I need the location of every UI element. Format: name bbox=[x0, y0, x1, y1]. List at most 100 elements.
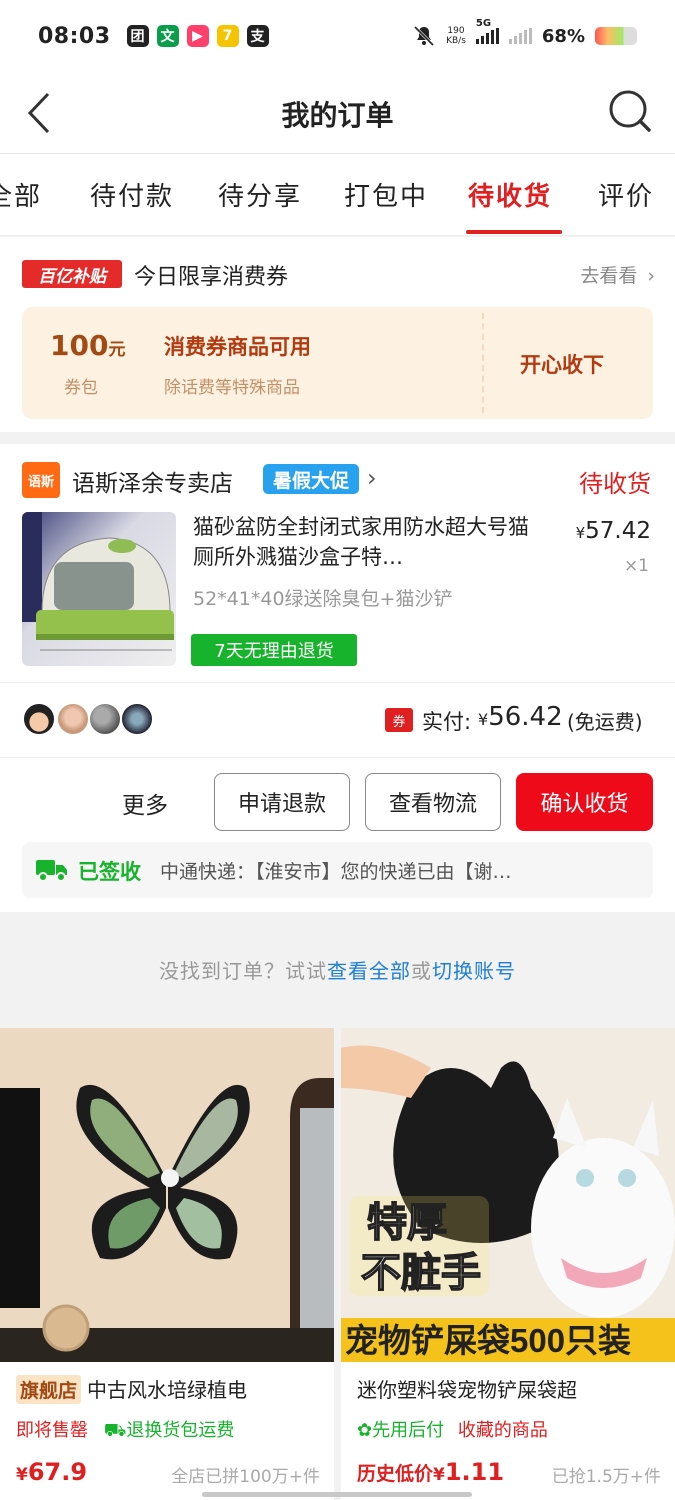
recommend-card[interactable]: 旗舰店 中古风水培绿植电 即将售罄 ⛟退换货包运费 ¥67.9 全店已拼100万+… bbox=[0, 1028, 334, 1500]
logistics-bar[interactable]: 已签收 中通快递：【淮安市】您的快递已由【谢… bbox=[22, 842, 653, 898]
price-value: 67.9 bbox=[27, 1458, 88, 1486]
recommend-price: 历史低价¥1.11 bbox=[357, 1458, 504, 1486]
tab-pending-receipt[interactable]: 待收货 bbox=[468, 176, 552, 213]
signal-5g: 5G bbox=[475, 18, 499, 44]
go-see-link[interactable]: 去看看 › bbox=[580, 261, 655, 288]
store-logo[interactable]: 语斯 bbox=[22, 462, 60, 498]
video-app-icon: ▶ bbox=[186, 25, 209, 47]
home-indicator[interactable] bbox=[202, 1492, 472, 1497]
status-right: 190 KB/s 5G 68% bbox=[412, 18, 637, 48]
tab-all[interactable]: 全部 bbox=[0, 176, 42, 213]
product-quantity: ×1 bbox=[623, 556, 649, 576]
truck-check-icon: ⛟ bbox=[103, 1420, 127, 1441]
go-see-label: 去看看 bbox=[580, 265, 638, 287]
tab-pending-share[interactable]: 待分享 bbox=[218, 176, 302, 213]
tab-active-indicator bbox=[466, 230, 562, 234]
recommend-tags: 即将售罄 ⛟退换货包运费 bbox=[16, 1416, 234, 1444]
img-banner: 宠物铲屎袋500只装 bbox=[345, 1322, 631, 1359]
more-button[interactable]: 更多 bbox=[122, 786, 168, 820]
pet-bag-illustration: 特厚 不脏手 宠物铲屎袋500只装 bbox=[341, 1028, 675, 1362]
tab-review[interactable]: 评价 bbox=[598, 176, 654, 213]
status-bar: 08:03 团文 ▶ 7 支 190 KB/s 5G 68% bbox=[0, 0, 675, 72]
network-type: 5G bbox=[475, 18, 492, 29]
confirm-receipt-button[interactable]: 确认收货 bbox=[516, 773, 653, 831]
chevron-right-icon[interactable]: › bbox=[367, 464, 377, 492]
product-image[interactable] bbox=[0, 1028, 334, 1362]
net-speed-unit: KB/s bbox=[446, 36, 466, 46]
pay-later-icon: ✿ bbox=[357, 1420, 373, 1441]
coupon-icon: 券 bbox=[385, 708, 413, 732]
coupon-divider bbox=[482, 313, 484, 413]
sold-count: 已抢1.5万+件 bbox=[551, 1467, 661, 1487]
recommend-tags: ✿先用后付 收藏的商品 bbox=[357, 1416, 548, 1442]
coupon-amount-value: 100 bbox=[50, 329, 109, 362]
status-time: 08:03 bbox=[38, 23, 111, 49]
coupon-amount: 100元 bbox=[50, 329, 125, 362]
logistics-text: 中通快递：【淮安市】您的快递已由【谢… bbox=[160, 861, 512, 883]
product-spec: 52*41*40绿送除臭包+猫沙铲 bbox=[193, 588, 453, 610]
product-price: ¥57.42 bbox=[576, 518, 651, 544]
paid-amount: ¥56.42 bbox=[478, 702, 563, 732]
view-logistics-button[interactable]: 查看物流 bbox=[365, 773, 501, 831]
switch-account-link[interactable]: 切换账号 bbox=[432, 959, 516, 983]
header: 我的订单 bbox=[0, 72, 675, 154]
coupon-amount-unit: 元 bbox=[108, 340, 126, 360]
product-image[interactable] bbox=[22, 512, 176, 666]
hint-mid: 或 bbox=[411, 959, 432, 983]
coupon-pack-label: 券包 bbox=[64, 378, 98, 398]
tab-pending-payment[interactable]: 待付款 bbox=[90, 176, 174, 213]
recommend-title: 迷你塑料袋宠物铲屎袋超 bbox=[357, 1378, 577, 1402]
litter-box-illustration bbox=[22, 512, 176, 666]
shipping-note: (免运费) bbox=[567, 710, 643, 734]
sellout-tag: 即将售罄 bbox=[16, 1420, 88, 1441]
text-app-icon: 文 bbox=[156, 25, 179, 47]
divider bbox=[0, 682, 675, 683]
alipay-app-icon: 支 bbox=[246, 25, 269, 47]
coupon-title: 今日限享消费券 bbox=[134, 265, 289, 290]
chevron-right-icon: › bbox=[647, 265, 655, 287]
recommend-title: 旗舰店 中古风水培绿植电 bbox=[16, 1374, 320, 1404]
store-name[interactable]: 语斯泽余专卖店 bbox=[72, 464, 233, 498]
favorited-tag: 收藏的商品 bbox=[457, 1420, 548, 1441]
product-title[interactable]: 猫砂盆防全封闭式家用防水超大号猫厕所外溅猫沙盒子特… bbox=[193, 512, 538, 572]
price-value: 1.11 bbox=[444, 1458, 505, 1486]
price-value: 57.42 bbox=[585, 518, 651, 544]
paid-value: 56.42 bbox=[488, 702, 563, 732]
sold-count: 全店已拼100万+件 bbox=[171, 1467, 320, 1487]
shipping-return-tag: ⛟退换货包运费 bbox=[104, 1420, 235, 1441]
return-policy-tag: 7天无理由退货 bbox=[191, 634, 357, 666]
avatar bbox=[120, 702, 154, 736]
flagship-badge: 旗舰店 bbox=[16, 1375, 82, 1404]
promo-badge: 暑假大促 bbox=[263, 464, 359, 494]
status-app-icons: 团文 ▶ 7 支 bbox=[126, 25, 269, 47]
logistics-status: 已签收 bbox=[78, 860, 141, 884]
request-refund-button[interactable]: 申请退款 bbox=[214, 773, 350, 831]
butterfly-planter-illustration bbox=[0, 1028, 334, 1362]
signal-icon bbox=[475, 28, 499, 44]
recommend-title-text: 中古风水培绿植电 bbox=[87, 1378, 248, 1402]
recommend-card[interactable]: 特厚 不脏手 宠物铲屎袋500只装 迷你塑料袋宠物铲屎袋超 ✿先用后付 收藏的商… bbox=[341, 1028, 675, 1500]
coupon-section: 百亿补贴 今日限享消费券 去看看 › 100元 券包 消费券商品可用 除话费等特… bbox=[0, 237, 675, 432]
coupon-card: 100元 券包 消费券商品可用 除话费等特殊商品 开心收下 bbox=[22, 307, 653, 419]
price-symbol: ¥ bbox=[16, 1465, 28, 1485]
paid-symbol: ¥ bbox=[478, 710, 489, 729]
order-card: 语斯 语斯泽余专卖店 暑假大促 › 待收货 猫砂盆防全封闭式家用防水超大号猫厕所… bbox=[0, 444, 675, 912]
price-symbol: ¥ bbox=[575, 524, 586, 542]
avatar bbox=[22, 702, 56, 736]
product-image[interactable]: 特厚 不脏手 宠物铲屎袋500只装 bbox=[341, 1028, 675, 1362]
accept-coupon-button[interactable]: 开心收下 bbox=[520, 349, 604, 379]
img-text-thick: 特厚 bbox=[367, 1201, 447, 1245]
coupon-subtext: 除话费等特殊商品 bbox=[164, 378, 300, 398]
tab-packing[interactable]: 打包中 bbox=[344, 176, 428, 213]
net-speed-value: 190 bbox=[447, 26, 465, 36]
img-text-clean: 不脏手 bbox=[361, 1251, 481, 1295]
subsidy-badge: 百亿补贴 bbox=[22, 260, 122, 288]
signal-2-icon bbox=[508, 28, 532, 44]
truck-icon bbox=[36, 860, 67, 882]
recommend-price: ¥67.9 bbox=[16, 1458, 87, 1486]
view-all-link[interactable]: 查看全部 bbox=[327, 959, 411, 983]
box-app-icon: 团 bbox=[126, 25, 149, 47]
avatar bbox=[56, 702, 90, 736]
search-icon[interactable] bbox=[607, 88, 653, 134]
history-low-label: 历史低价 bbox=[357, 1463, 434, 1485]
